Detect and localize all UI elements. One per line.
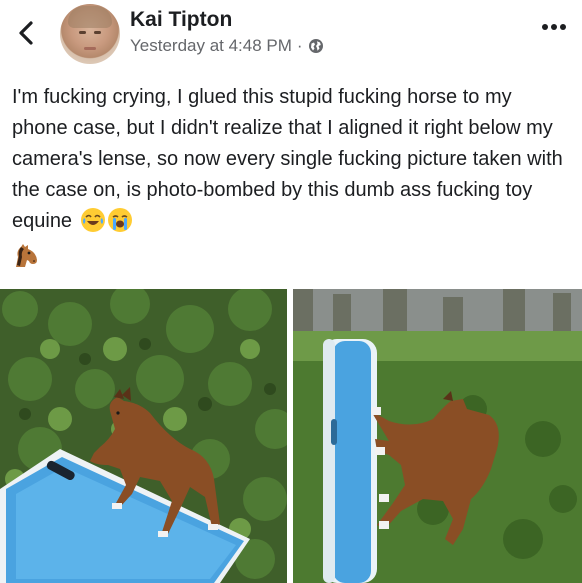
author-name[interactable]: Kai Tipton (130, 8, 232, 32)
post-meta: Yesterday at 4:48 PM · (130, 36, 324, 56)
post-text: I'm fucking crying, I glued this stupid … (12, 82, 572, 237)
horse-face-icon (16, 244, 37, 267)
face-with-tears-of-joy-icon (80, 208, 105, 232)
more-options-icon[interactable] (540, 20, 568, 34)
loudly-crying-face-icon (107, 208, 132, 232)
author-avatar[interactable] (60, 4, 120, 64)
meta-separator: · (296, 36, 303, 55)
back-chevron-icon[interactable] (14, 18, 38, 48)
photo-horse-photobomb[interactable] (293, 289, 582, 583)
post-timestamp[interactable]: Yesterday at 4:48 PM (130, 36, 292, 56)
photo-horse-on-phone-case[interactable] (0, 289, 287, 583)
globe-icon (308, 39, 323, 53)
post-header: Kai Tipton Yesterday at 4:48 PM · (0, 0, 582, 70)
